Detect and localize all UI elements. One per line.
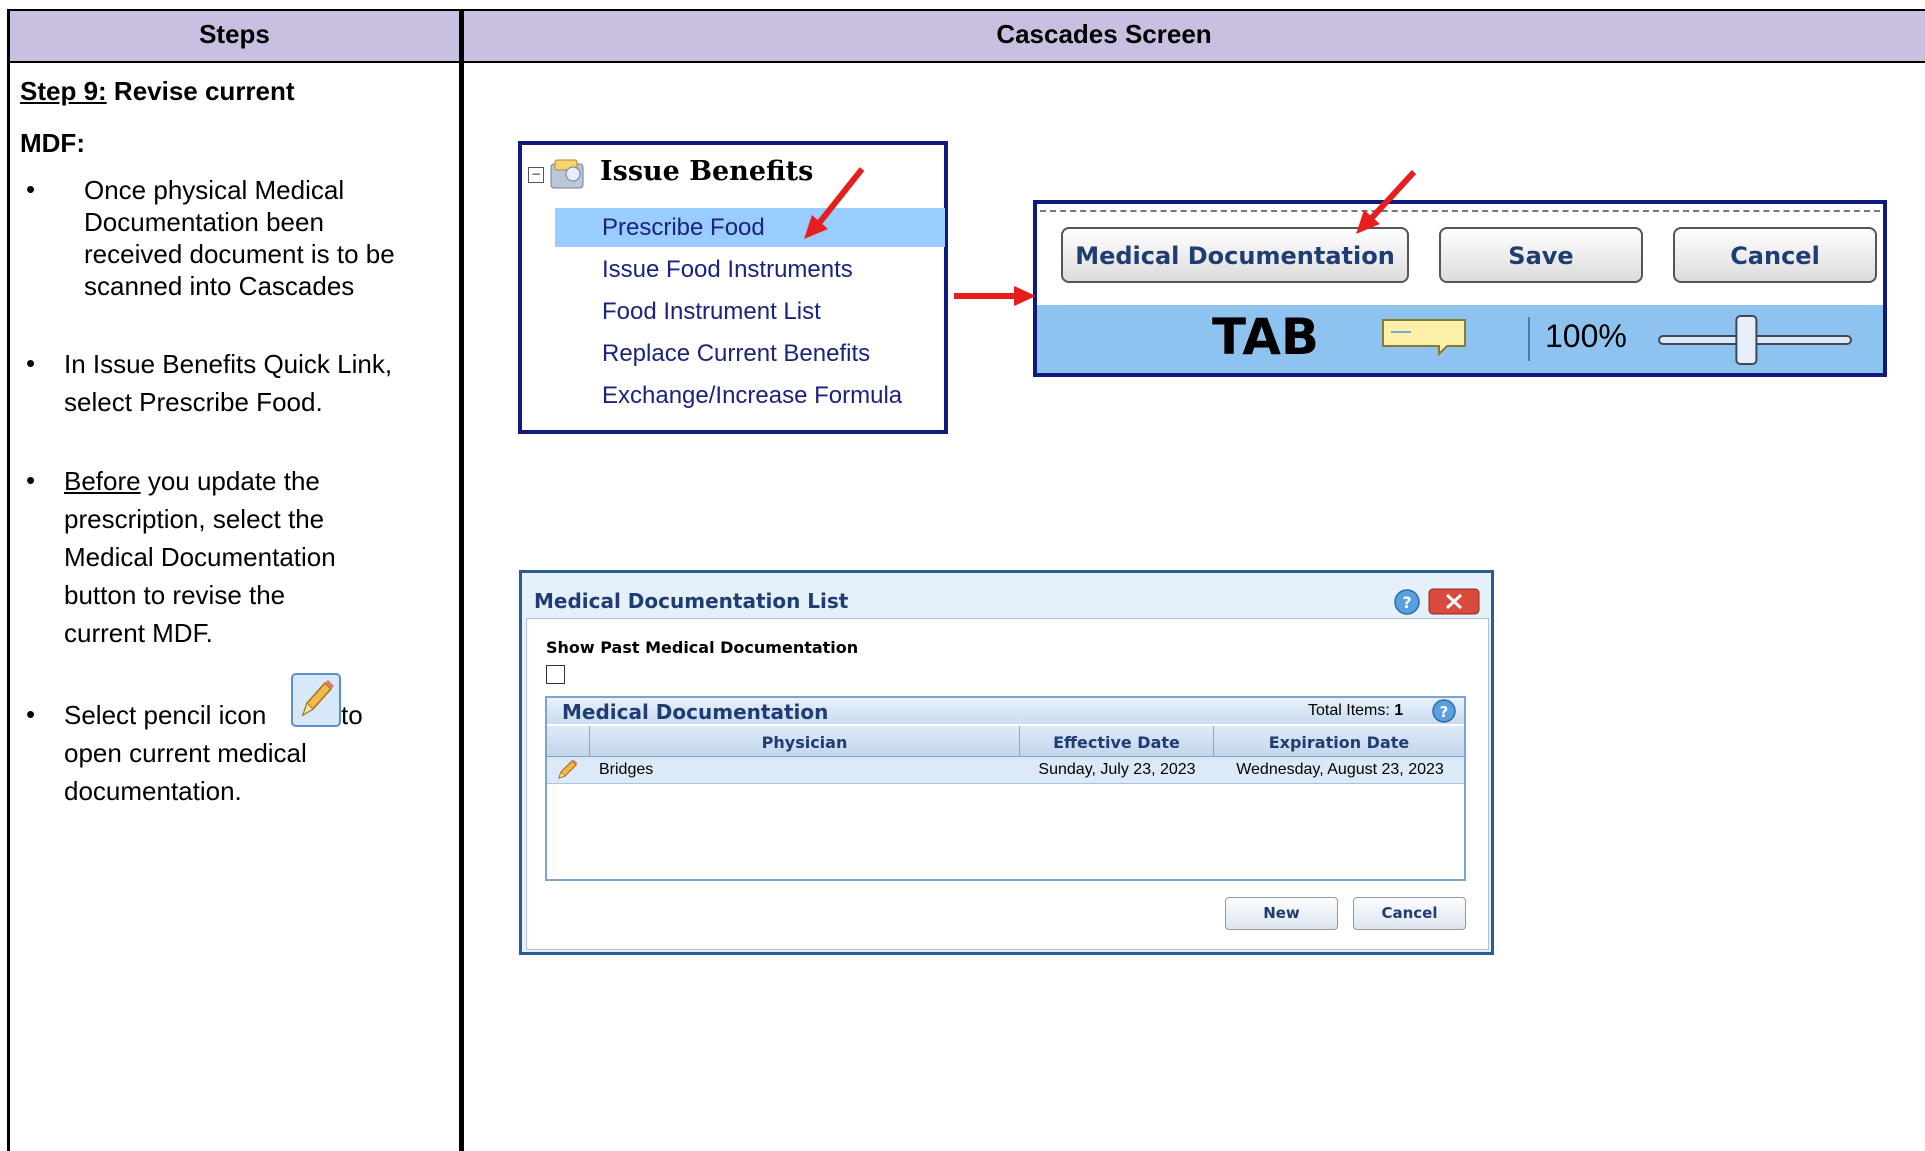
bullet-dot: • (26, 348, 36, 378)
bullet-3-line-5: current MDF. (64, 618, 213, 648)
cell-effective-date: Sunday, July 23, 2023 (1038, 761, 1196, 778)
bullet-2-line-1: In Issue Benefits Quick Link, (64, 349, 393, 379)
bullet-1-line-2: Documentation been (84, 207, 324, 237)
svg-text:?: ? (1440, 703, 1449, 721)
issue-benefits-title: Issue Benefits (600, 156, 814, 187)
bullet-1-line-1: Once physical Medical (84, 175, 345, 205)
bullet-dot: • (26, 465, 36, 495)
step-title-text: Revise current (106, 76, 295, 106)
bullet-dot: • (26, 174, 36, 204)
dialog-title: Medical Documentation List (534, 589, 849, 613)
header-bottom-border (7, 61, 1925, 63)
column-header-effective-date[interactable]: Effective Date (1020, 733, 1213, 752)
bullet-4-line-1b: to (341, 700, 363, 730)
zoom-slider[interactable] (1655, 312, 1855, 368)
new-button[interactable]: New (1225, 897, 1338, 930)
zoom-slider-thumb[interactable] (1735, 315, 1758, 365)
bullet-1-line-3: received document is to be (84, 239, 395, 269)
bullet-4-line-3: documentation. (64, 776, 242, 806)
pencil-icon (291, 673, 341, 727)
bullet-3-line-1-rest: you update the (140, 466, 320, 496)
zoom-level: 100% (1545, 318, 1627, 354)
menu-item-replace-current-benefits[interactable]: Replace Current Benefits (602, 340, 870, 368)
cell-physician: Bridges (599, 761, 654, 778)
steps-column-header: Steps (199, 19, 270, 49)
bullet-3-line-2: prescription, select the (64, 504, 325, 534)
column-header-expiration-date[interactable]: Expiration Date (1214, 733, 1464, 752)
cancel-button[interactable]: Cancel (1673, 227, 1877, 283)
step-title: Step 9: Revise current (20, 72, 295, 110)
save-button[interactable]: Save (1439, 227, 1643, 283)
cell-expiration-date: Wednesday, August 23, 2023 (1236, 761, 1444, 778)
tab-label: TAB (1212, 308, 1320, 366)
before-underlined: Before (64, 466, 141, 496)
collapse-icon[interactable]: − (528, 167, 544, 183)
show-past-checkbox[interactable] (546, 665, 565, 684)
menu-item-issue-food-instruments[interactable]: Issue Food Instruments (602, 256, 853, 284)
pointer-arrow (954, 286, 1036, 306)
bullet-2-line-2: select Prescribe Food. (64, 387, 323, 417)
help-icon[interactable]: ? (1431, 698, 1457, 724)
bullet-4-line-2: open current medical (64, 738, 307, 768)
pointer-arrow (1356, 169, 1417, 234)
close-icon[interactable] (1428, 588, 1480, 615)
menu-item-exchange-increase-formula[interactable]: Exchange/Increase Formula (602, 382, 902, 410)
dialog-cancel-button[interactable]: Cancel (1353, 897, 1466, 930)
note-icon[interactable] (1381, 318, 1467, 356)
total-items-label: Total Items: (1308, 702, 1390, 719)
pencil-edit-icon[interactable] (556, 759, 578, 781)
svg-text:?: ? (1402, 593, 1411, 612)
menu-item-prescribe-food[interactable]: Prescribe Food (602, 214, 765, 242)
column-header-physician[interactable]: Physician (590, 733, 1019, 752)
menu-item-food-instrument-list[interactable]: Food Instrument List (602, 298, 821, 326)
dashed-separator (1040, 210, 1880, 212)
total-items-value: 1 (1394, 702, 1404, 719)
total-items: Total Items: 1 (1308, 702, 1403, 720)
bullet-1-line-4: scanned into Cascades (84, 271, 355, 301)
step-mdf-label: MDF: (20, 128, 85, 158)
status-separator (1528, 317, 1530, 361)
cascades-screen-column-header: Cascades Screen (996, 19, 1212, 49)
help-icon[interactable]: ? (1393, 588, 1421, 616)
bullet-4-line-1a: Select pencil icon (64, 700, 267, 730)
show-past-label: Show Past Medical Documentation (546, 638, 859, 657)
bullet-3-line-3: Medical Documentation (64, 542, 336, 572)
step-number: Step 9: (20, 76, 107, 106)
column-divider (459, 9, 464, 1151)
grid-title: Medical Documentation (562, 700, 829, 724)
bullet-dot: • (26, 699, 36, 729)
bullet-3-line-1: Before you update the (64, 465, 320, 497)
bullet-3-line-4: button to revise the (64, 580, 286, 610)
pointer-arrow (804, 167, 865, 239)
benefits-folder-icon (550, 159, 584, 189)
table-left-border (7, 9, 10, 1151)
